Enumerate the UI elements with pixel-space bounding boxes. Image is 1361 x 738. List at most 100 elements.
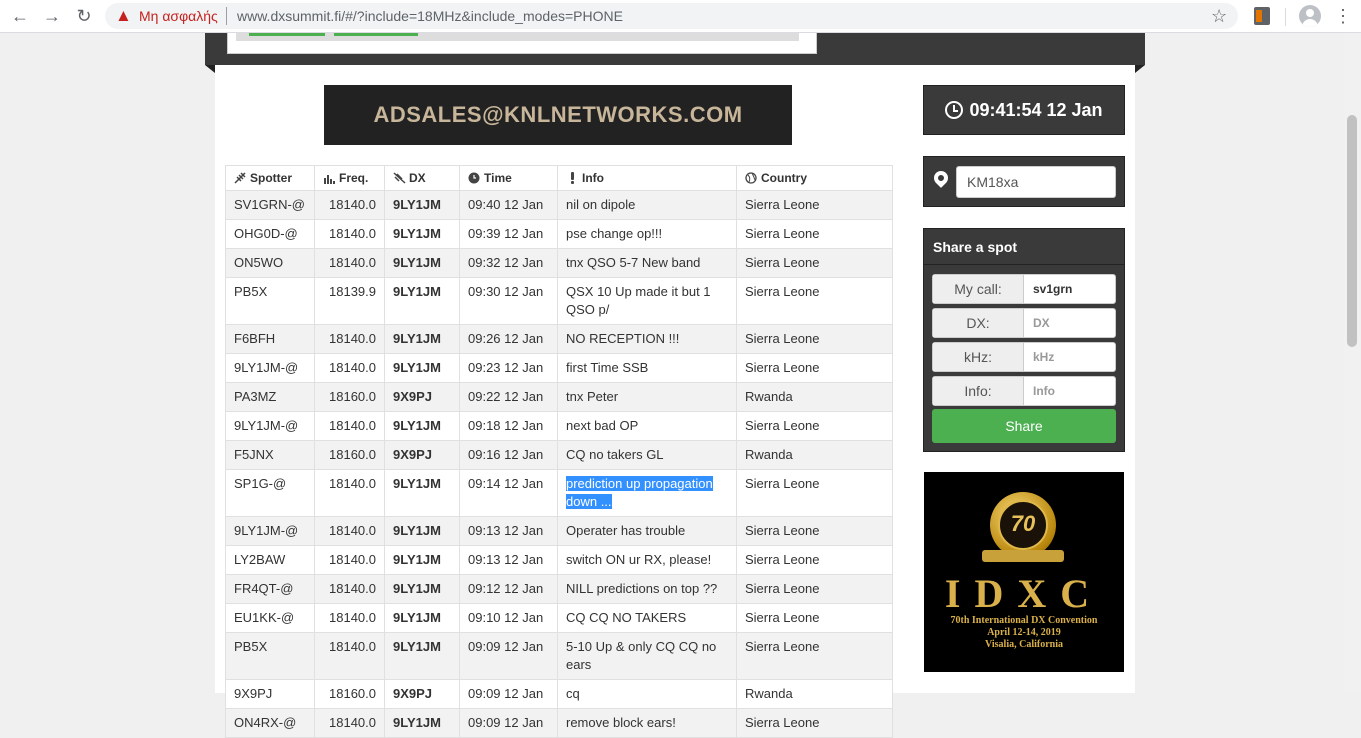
table-row[interactable]: ON4RX-@ 18140.0 9LY1JM 09:09 12 Jan remove b…: [225, 708, 893, 738]
cell-spotter[interactable]: ON4RX-@: [225, 708, 315, 738]
table-row[interactable]: SV1GRN-@ 18140.0 9LY1JM 09:40 12 Jan nil on …: [225, 190, 893, 220]
cell-dx[interactable]: 9LY1JM: [384, 469, 460, 517]
table-row[interactable]: 9LY1JM-@ 18140.0 9LY1JM 09:23 12 Jan first T…: [225, 353, 893, 383]
cell-spotter[interactable]: ON5WO: [225, 248, 315, 278]
cell-spotter[interactable]: SP1G-@: [225, 469, 315, 517]
table-row[interactable]: PB5X 18139.9 9LY1JM 09:30 12 Jan QSX 10 Up m…: [225, 277, 893, 325]
scrollbar-thumb[interactable]: [1347, 115, 1357, 347]
dx-input[interactable]: DX: [1033, 309, 1050, 337]
table-row[interactable]: 9X9PJ 18160.0 9X9PJ 09:09 12 Jan cq Rwanda: [225, 679, 893, 709]
extension-icon[interactable]: [1254, 7, 1270, 25]
ad-banner[interactable]: ADSALES@KNLNETWORKS.COM: [324, 85, 792, 145]
dx-label: DX:: [933, 309, 1024, 337]
cell-info: first Time SSB: [557, 353, 737, 383]
cell-dx[interactable]: 9LY1JM: [384, 190, 460, 220]
url-separator: [226, 7, 227, 25]
cell-dx[interactable]: 9X9PJ: [384, 382, 460, 412]
cell-dx[interactable]: 9LY1JM: [384, 574, 460, 604]
cell-time: 09:12 12 Jan: [459, 574, 558, 604]
my-call-value[interactable]: sv1grn: [1033, 275, 1072, 303]
header-freq[interactable]: Freq.: [314, 165, 385, 191]
cell-dx[interactable]: 9LY1JM: [384, 277, 460, 325]
locator-input[interactable]: KM18xa: [956, 166, 1116, 198]
share-title: Share a spot: [933, 239, 1018, 255]
cell-dx[interactable]: 9LY1JM: [384, 353, 460, 383]
table-row[interactable]: PA3MZ 18160.0 9X9PJ 09:22 12 Jan tnx Peter Rw…: [225, 382, 893, 412]
selected-text[interactable]: prediction up propagation down ...: [566, 476, 713, 509]
table-row[interactable]: FR4QT-@ 18140.0 9LY1JM 09:12 12 Jan NILL pre…: [225, 574, 893, 604]
table-row[interactable]: F6BFH 18140.0 9LY1JM 09:26 12 Jan NO RECEPTI…: [225, 324, 893, 354]
cell-freq: 18140.0: [314, 190, 385, 220]
cell-dx[interactable]: 9LY1JM: [384, 324, 460, 354]
table-row[interactable]: ON5WO 18140.0 9LY1JM 09:32 12 Jan tnx QSO 5-…: [225, 248, 893, 278]
profile-avatar-icon[interactable]: [1299, 5, 1321, 27]
cell-spotter[interactable]: F5JNX: [225, 440, 315, 470]
header-info[interactable]: Info: [557, 165, 737, 191]
cell-spotter[interactable]: 9X9PJ: [225, 679, 315, 709]
back-icon[interactable]: ←: [8, 4, 32, 28]
cell-spotter[interactable]: PB5X: [225, 277, 315, 325]
info-field[interactable]: Info: Info: [932, 376, 1116, 406]
table-row[interactable]: F5JNX 18160.0 9X9PJ 09:16 12 Jan CQ no taker…: [225, 440, 893, 470]
warning-icon[interactable]: ▲: [115, 7, 133, 25]
cell-dx[interactable]: 9LY1JM: [384, 411, 460, 441]
cell-info: next bad OP: [557, 411, 737, 441]
cell-dx[interactable]: 9X9PJ: [384, 440, 460, 470]
cell-dx[interactable]: 9LY1JM: [384, 545, 460, 575]
cell-freq: 18140.0: [314, 516, 385, 546]
cell-spotter[interactable]: SV1GRN-@: [225, 190, 315, 220]
cell-dx[interactable]: 9LY1JM: [384, 632, 460, 680]
cell-spotter[interactable]: 9LY1JM-@: [225, 516, 315, 546]
cell-spotter[interactable]: OHG0D-@: [225, 219, 315, 249]
cell-spotter[interactable]: 9LY1JM-@: [225, 353, 315, 383]
cell-spotter[interactable]: EU1KK-@: [225, 603, 315, 633]
map-marker-icon: [931, 168, 951, 188]
cell-spotter[interactable]: 9LY1JM-@: [225, 411, 315, 441]
cell-freq: 18160.0: [314, 382, 385, 412]
info-input[interactable]: Info: [1033, 377, 1055, 405]
khz-field[interactable]: kHz: kHz: [932, 342, 1116, 372]
share-button[interactable]: Share: [932, 409, 1116, 443]
cell-dx[interactable]: 9LY1JM: [384, 219, 460, 249]
header-time[interactable]: Time: [459, 165, 558, 191]
not-secure-label[interactable]: Μη ασφαλής: [139, 8, 218, 24]
cell-dx[interactable]: 9LY1JM: [384, 248, 460, 278]
khz-input[interactable]: kHz: [1033, 343, 1054, 371]
idxc-ad-banner[interactable]: 70 IDXC 70th International DX Convention…: [924, 472, 1124, 672]
filter-button[interactable]: [249, 33, 325, 36]
my-call-field[interactable]: My call: sv1grn: [932, 274, 1116, 304]
cell-spotter[interactable]: PA3MZ: [225, 382, 315, 412]
forward-icon[interactable]: →: [40, 4, 64, 28]
cell-dx[interactable]: 9LY1JM: [384, 516, 460, 546]
kebab-menu-icon[interactable]: ⋮: [1334, 3, 1352, 29]
bookmark-star-icon[interactable]: ☆: [1211, 6, 1227, 27]
page-scrollbar[interactable]: [1344, 33, 1361, 693]
cell-spotter[interactable]: PB5X: [225, 632, 315, 680]
table-row[interactable]: OHG0D-@ 18140.0 9LY1JM 09:39 12 Jan pse chan…: [225, 219, 893, 249]
signal-icon: [393, 172, 406, 184]
header-country[interactable]: Country: [736, 165, 893, 191]
cell-spotter[interactable]: F6BFH: [225, 324, 315, 354]
address-bar[interactable]: ▲ Μη ασφαλής www.dxsummit.fi/#/?include=…: [105, 3, 1238, 29]
cell-spotter[interactable]: FR4QT-@: [225, 574, 315, 604]
table-row[interactable]: 9LY1JM-@ 18140.0 9LY1JM 09:13 12 Jan Operate…: [225, 516, 893, 546]
browser-toolbar: ← → ↻ ▲ Μη ασφαλής www.dxsummit.fi/#/?in…: [0, 0, 1361, 33]
dx-field[interactable]: DX: DX: [932, 308, 1116, 338]
table-row[interactable]: PB5X 18140.0 9LY1JM 09:09 12 Jan 5-10 Up & o…: [225, 632, 893, 680]
table-row[interactable]: EU1KK-@ 18140.0 9LY1JM 09:10 12 Jan CQ CQ NO…: [225, 603, 893, 633]
cell-dx[interactable]: 9X9PJ: [384, 679, 460, 709]
bars-icon: [324, 175, 335, 184]
header-spotter[interactable]: Spotter: [225, 165, 315, 191]
table-row[interactable]: 9LY1JM-@ 18140.0 9LY1JM 09:18 12 Jan next ba…: [225, 411, 893, 441]
table-row[interactable]: SP1G-@ 18140.0 9LY1JM 09:14 12 Jan predictio…: [225, 469, 893, 517]
cell-time: 09:13 12 Jan: [459, 516, 558, 546]
cell-dx[interactable]: 9LY1JM: [384, 708, 460, 738]
reload-icon[interactable]: ↻: [72, 4, 96, 28]
cell-dx[interactable]: 9LY1JM: [384, 603, 460, 633]
filter-button[interactable]: [334, 33, 418, 36]
header-dx[interactable]: DX: [384, 165, 460, 191]
cell-spotter[interactable]: LY2BAW: [225, 545, 315, 575]
cell-info: Operater has trouble: [557, 516, 737, 546]
url-text[interactable]: www.dxsummit.fi/#/?include=18MHz&include…: [237, 8, 623, 24]
table-row[interactable]: LY2BAW 18140.0 9LY1JM 09:13 12 Jan switch ON…: [225, 545, 893, 575]
